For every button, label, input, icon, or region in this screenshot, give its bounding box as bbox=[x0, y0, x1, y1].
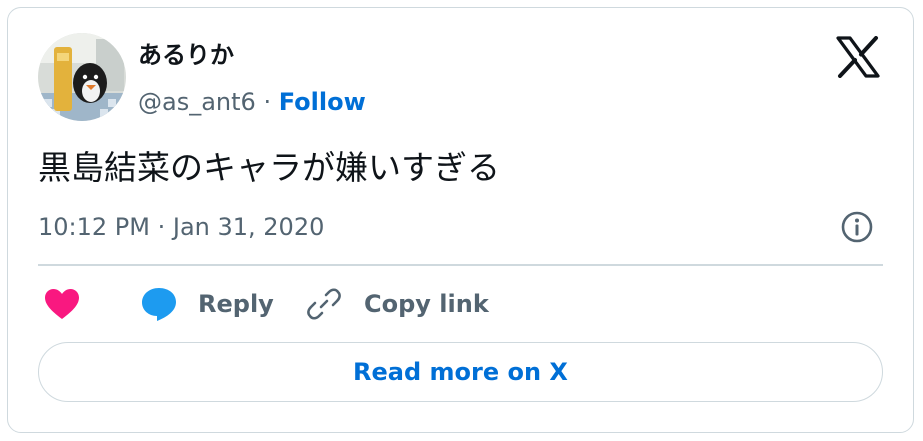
tweet-text: 黒島結菜のキャラが嫌いすぎる bbox=[38, 148, 500, 187]
heart-icon[interactable] bbox=[44, 288, 80, 321]
follow-link[interactable]: Follow bbox=[279, 88, 366, 116]
handle[interactable]: @as_ant6 bbox=[138, 88, 256, 116]
copy-link-label: Copy link bbox=[364, 290, 489, 318]
avatar[interactable] bbox=[38, 33, 126, 121]
speech-bubble-icon bbox=[140, 286, 178, 322]
reply-button[interactable]: Reply bbox=[140, 284, 274, 324]
reply-label: Reply bbox=[198, 290, 274, 318]
x-logo-icon[interactable] bbox=[836, 36, 880, 78]
read-more-label: Read more on X bbox=[353, 358, 568, 386]
timestamp[interactable]: 10:12 PM · Jan 31, 2020 bbox=[38, 210, 324, 244]
divider bbox=[38, 264, 883, 266]
read-more-button[interactable]: Read more on X bbox=[38, 342, 883, 402]
copy-link-button[interactable]: Copy link bbox=[306, 284, 489, 324]
separator-dot: · bbox=[263, 88, 272, 116]
display-name[interactable]: あるりか bbox=[138, 40, 234, 70]
link-icon bbox=[306, 286, 342, 322]
handle-row: @as_ant6 · Follow bbox=[138, 86, 366, 118]
info-icon[interactable] bbox=[840, 210, 874, 244]
